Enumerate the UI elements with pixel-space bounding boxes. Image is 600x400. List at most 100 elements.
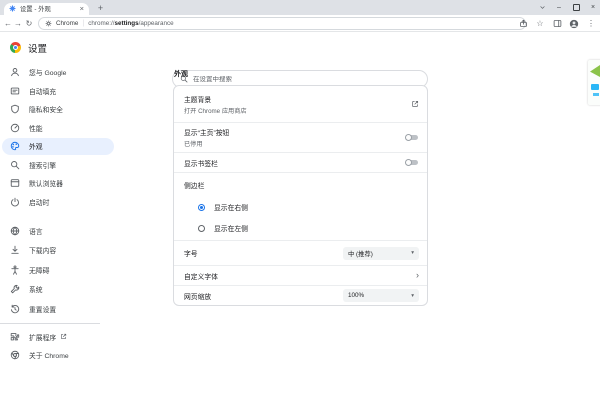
settings-page-title: 设置: [28, 41, 47, 55]
url-site-label: Chrome: [56, 20, 78, 27]
url-text: chrome://settings/appearance: [88, 20, 173, 27]
sidebar-item-accessibility[interactable]: 无障碍: [0, 260, 160, 280]
maximize-icon: [573, 4, 580, 11]
browser-window-icon: [10, 178, 20, 188]
share-icon[interactable]: [518, 19, 528, 29]
window-controls: – ×: [538, 0, 597, 15]
sidebar-item-downloads[interactable]: 下载内容: [0, 241, 160, 261]
side-panel-right-option[interactable]: 显示在右侧: [198, 200, 427, 214]
browser-tab[interactable]: 设置 - 外观 ×: [4, 3, 89, 16]
chrome-icon: [10, 350, 20, 360]
power-icon: [10, 197, 20, 207]
menu-kebab-icon[interactable]: ⋮: [586, 19, 596, 29]
customize-fonts-title: 自定义字体: [184, 271, 416, 281]
tab-title: 设置 - 外观: [20, 4, 80, 13]
settings-search-input[interactable]: [193, 76, 420, 83]
sidebar-item-about-chrome[interactable]: 关于 Chrome: [0, 346, 160, 365]
autofill-icon: [10, 86, 20, 96]
show-home-button-row: 显示“主页”按钮 已停用: [174, 122, 427, 152]
page-zoom-title: 网页缩放: [184, 291, 343, 301]
tab-strip: 设置 - 外观 × + – ×: [0, 0, 600, 15]
sidebar-item-languages[interactable]: 语言: [0, 221, 160, 241]
puzzle-icon: [10, 332, 20, 342]
minimize-button[interactable]: –: [555, 4, 563, 11]
globe-icon: [10, 226, 20, 236]
new-tab-button[interactable]: +: [94, 1, 107, 14]
sidebar-item-extensions[interactable]: 扩展程序: [0, 328, 160, 347]
sidebar-item-appearance[interactable]: 外观: [0, 137, 160, 156]
sidebar-divider: [0, 323, 100, 324]
restore-icon: [10, 304, 20, 314]
url-bar[interactable]: Chrome | chrome://settings/appearance: [38, 17, 526, 30]
theme-subtitle: 打开 Chrome 应用商店: [184, 106, 411, 115]
sidebar-item-performance[interactable]: 性能: [0, 119, 160, 138]
url-separator: |: [82, 20, 84, 27]
tab-search-chevron-icon[interactable]: [538, 4, 546, 11]
sidebar-item-system[interactable]: 系统: [0, 280, 160, 300]
font-size-select[interactable]: 中 (推荐) ▾: [343, 247, 419, 260]
blue-shape: [591, 84, 599, 90]
external-link-icon: [60, 333, 67, 340]
download-icon: [10, 245, 20, 255]
show-bookmarks-bar-title: 显示书签栏: [184, 158, 405, 168]
accessibility-icon: [10, 265, 20, 275]
sidebar-item-default-browser[interactable]: 默认浏览器: [0, 174, 160, 193]
person-icon: [10, 67, 20, 77]
speedometer-icon: [10, 123, 20, 133]
browser-window: 设置 - 外观 × + – × ← → ↻ Chrome | chrome://…: [0, 0, 600, 400]
customize-fonts-row[interactable]: 自定义字体 ›: [174, 265, 427, 285]
tab-close-button[interactable]: ×: [80, 5, 84, 13]
green-shape: [590, 65, 600, 77]
theme-title: 主题背景: [184, 94, 411, 104]
shield-icon: [10, 104, 20, 114]
external-link-icon: [411, 100, 419, 108]
settings-header: 设置: [0, 32, 600, 62]
sidebar-item-you-and-google[interactable]: 您与 Google: [0, 63, 160, 82]
palette-icon: [10, 141, 20, 151]
blue-shape-small: [593, 93, 599, 96]
sidebar-item-autofill[interactable]: 自动填充: [0, 82, 160, 101]
forward-button[interactable]: →: [13, 15, 23, 32]
side-panel-left-option[interactable]: 显示在左侧: [198, 221, 427, 235]
font-size-title: 字号: [184, 248, 343, 258]
chevron-right-icon: ›: [416, 271, 419, 280]
page-zoom-row: 网页缩放 100% ▾: [174, 285, 427, 305]
toolbar-action-icons: ☆ ⋮: [518, 15, 596, 32]
sidebar-item-search-engine[interactable]: 搜索引擎: [0, 156, 160, 175]
sidebar-item-privacy-security[interactable]: 隐私和安全: [0, 100, 160, 119]
side-panel-title: 侧边栏: [174, 173, 427, 190]
bookmark-star-icon[interactable]: ☆: [535, 19, 545, 29]
back-button[interactable]: ←: [3, 15, 13, 32]
chrome-logo-icon: [10, 42, 21, 53]
tab-favicon-gear-icon: [9, 5, 16, 12]
show-home-button-status: 已停用: [184, 139, 405, 148]
show-bookmarks-bar-row: 显示书签栏: [174, 152, 427, 172]
radio-selected-icon: [198, 204, 205, 211]
side-panel-icon[interactable]: [552, 19, 562, 29]
close-button[interactable]: ×: [589, 4, 597, 11]
show-bookmarks-bar-toggle[interactable]: [405, 159, 419, 167]
reload-button[interactable]: ↻: [24, 15, 34, 32]
appearance-section-title: 外观: [174, 69, 188, 79]
maximize-button[interactable]: [572, 4, 580, 11]
browser-toolbar: ← → ↻ Chrome | chrome://settings/appeara…: [0, 15, 600, 32]
desktop-icon-fragment: [588, 60, 600, 105]
radio-unselected-icon: [198, 225, 205, 232]
side-panel-section: 侧边栏 显示在右侧 显示在左侧: [174, 172, 427, 240]
search-icon: [10, 160, 20, 170]
dropdown-arrow-icon: ▾: [411, 293, 414, 299]
appearance-settings-card: 主题背景 打开 Chrome 应用商店 显示“主页”按钮 已停用 显示书签栏 侧…: [173, 85, 428, 306]
settings-sidebar: 您与 Google 自动填充 隐私和安全 性能 外观 搜索引擎 默认浏览器 启: [0, 63, 160, 365]
url-gear-icon: [45, 20, 52, 27]
sidebar-item-on-startup[interactable]: 启动时: [0, 193, 160, 212]
sidebar-item-reset-settings[interactable]: 重置设置: [0, 299, 160, 319]
dropdown-arrow-icon: ▾: [411, 250, 414, 256]
profile-avatar[interactable]: [569, 19, 579, 29]
show-home-button-toggle[interactable]: [405, 134, 419, 142]
page-zoom-select[interactable]: 100% ▾: [343, 289, 419, 302]
sidebar-group-gap: [0, 211, 160, 221]
show-home-button-title: 显示“主页”按钮: [184, 127, 405, 137]
wrench-icon: [10, 284, 20, 294]
font-size-row: 字号 中 (推荐) ▾: [174, 240, 427, 265]
theme-row[interactable]: 主题背景 打开 Chrome 应用商店: [174, 86, 427, 122]
